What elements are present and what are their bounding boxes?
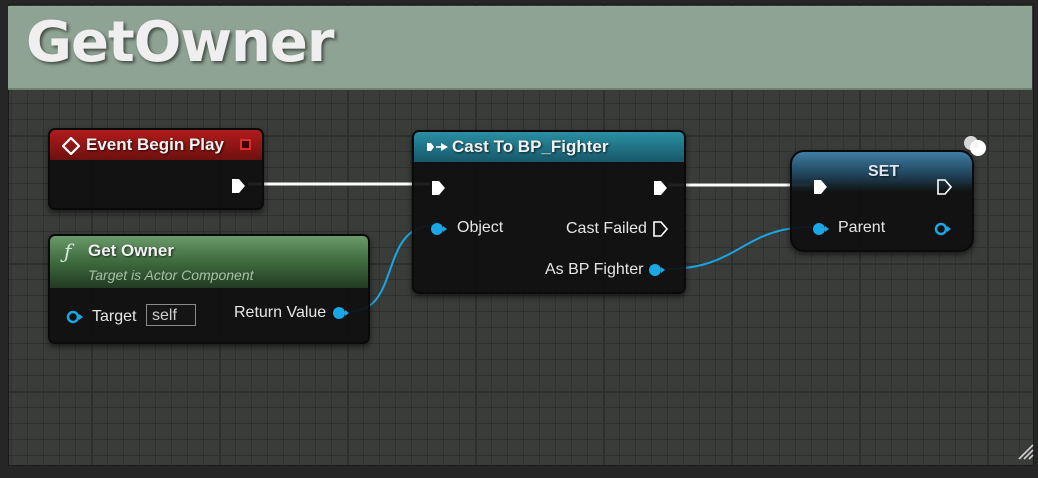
cast-failed-label: Cast Failed [566, 220, 647, 237]
event-node-title: Event Begin Play [86, 135, 224, 154]
get-owner-title: Get Owner [88, 241, 174, 260]
get-owner-subtitle: Target is Actor Component [88, 267, 254, 283]
cast-node-title: Cast To BP_Fighter [452, 137, 609, 156]
parent-label: Parent [838, 219, 886, 236]
get-owner-node[interactable]: ƒ Get Owner Target is Actor Component Ta… [48, 234, 370, 344]
cast-exec-out-pin[interactable] [652, 180, 668, 196]
target-input-pin[interactable] [66, 310, 84, 324]
set-exec-out-pin[interactable] [936, 179, 952, 195]
return-value-pin[interactable] [332, 306, 350, 320]
variable-ball-icon [964, 136, 986, 156]
function-icon: ƒ [64, 239, 72, 263]
exec-out-pin[interactable] [230, 178, 246, 194]
set-parent-node[interactable]: SET Parent [790, 150, 974, 252]
cast-failed-exec-pin[interactable] [652, 221, 668, 237]
parent-output-pin[interactable] [934, 222, 952, 236]
return-value-label: Return Value [234, 304, 327, 321]
object-label: Object [457, 219, 504, 236]
as-bp-fighter-pin[interactable] [648, 263, 666, 277]
as-bp-fighter-label: As BP Fighter [545, 261, 644, 278]
resize-grip-icon[interactable] [1014, 440, 1034, 460]
target-self-field[interactable]: self [146, 304, 196, 326]
cast-exec-icon [427, 143, 448, 151]
event-begin-play-node[interactable]: Event Begin Play [48, 128, 264, 210]
delegate-square-icon[interactable] [240, 139, 251, 150]
cast-to-bp-fighter-node[interactable]: Cast To BP_Fighter Object Cast Failed As… [412, 130, 686, 294]
object-input-pin[interactable] [430, 222, 448, 236]
target-label: Target [92, 308, 137, 325]
cast-exec-in-pin[interactable] [430, 180, 446, 196]
parent-input-pin[interactable] [812, 222, 830, 236]
event-diamond-icon [62, 137, 80, 155]
set-node-title: SET [868, 163, 900, 180]
set-exec-in-pin[interactable] [812, 179, 828, 195]
